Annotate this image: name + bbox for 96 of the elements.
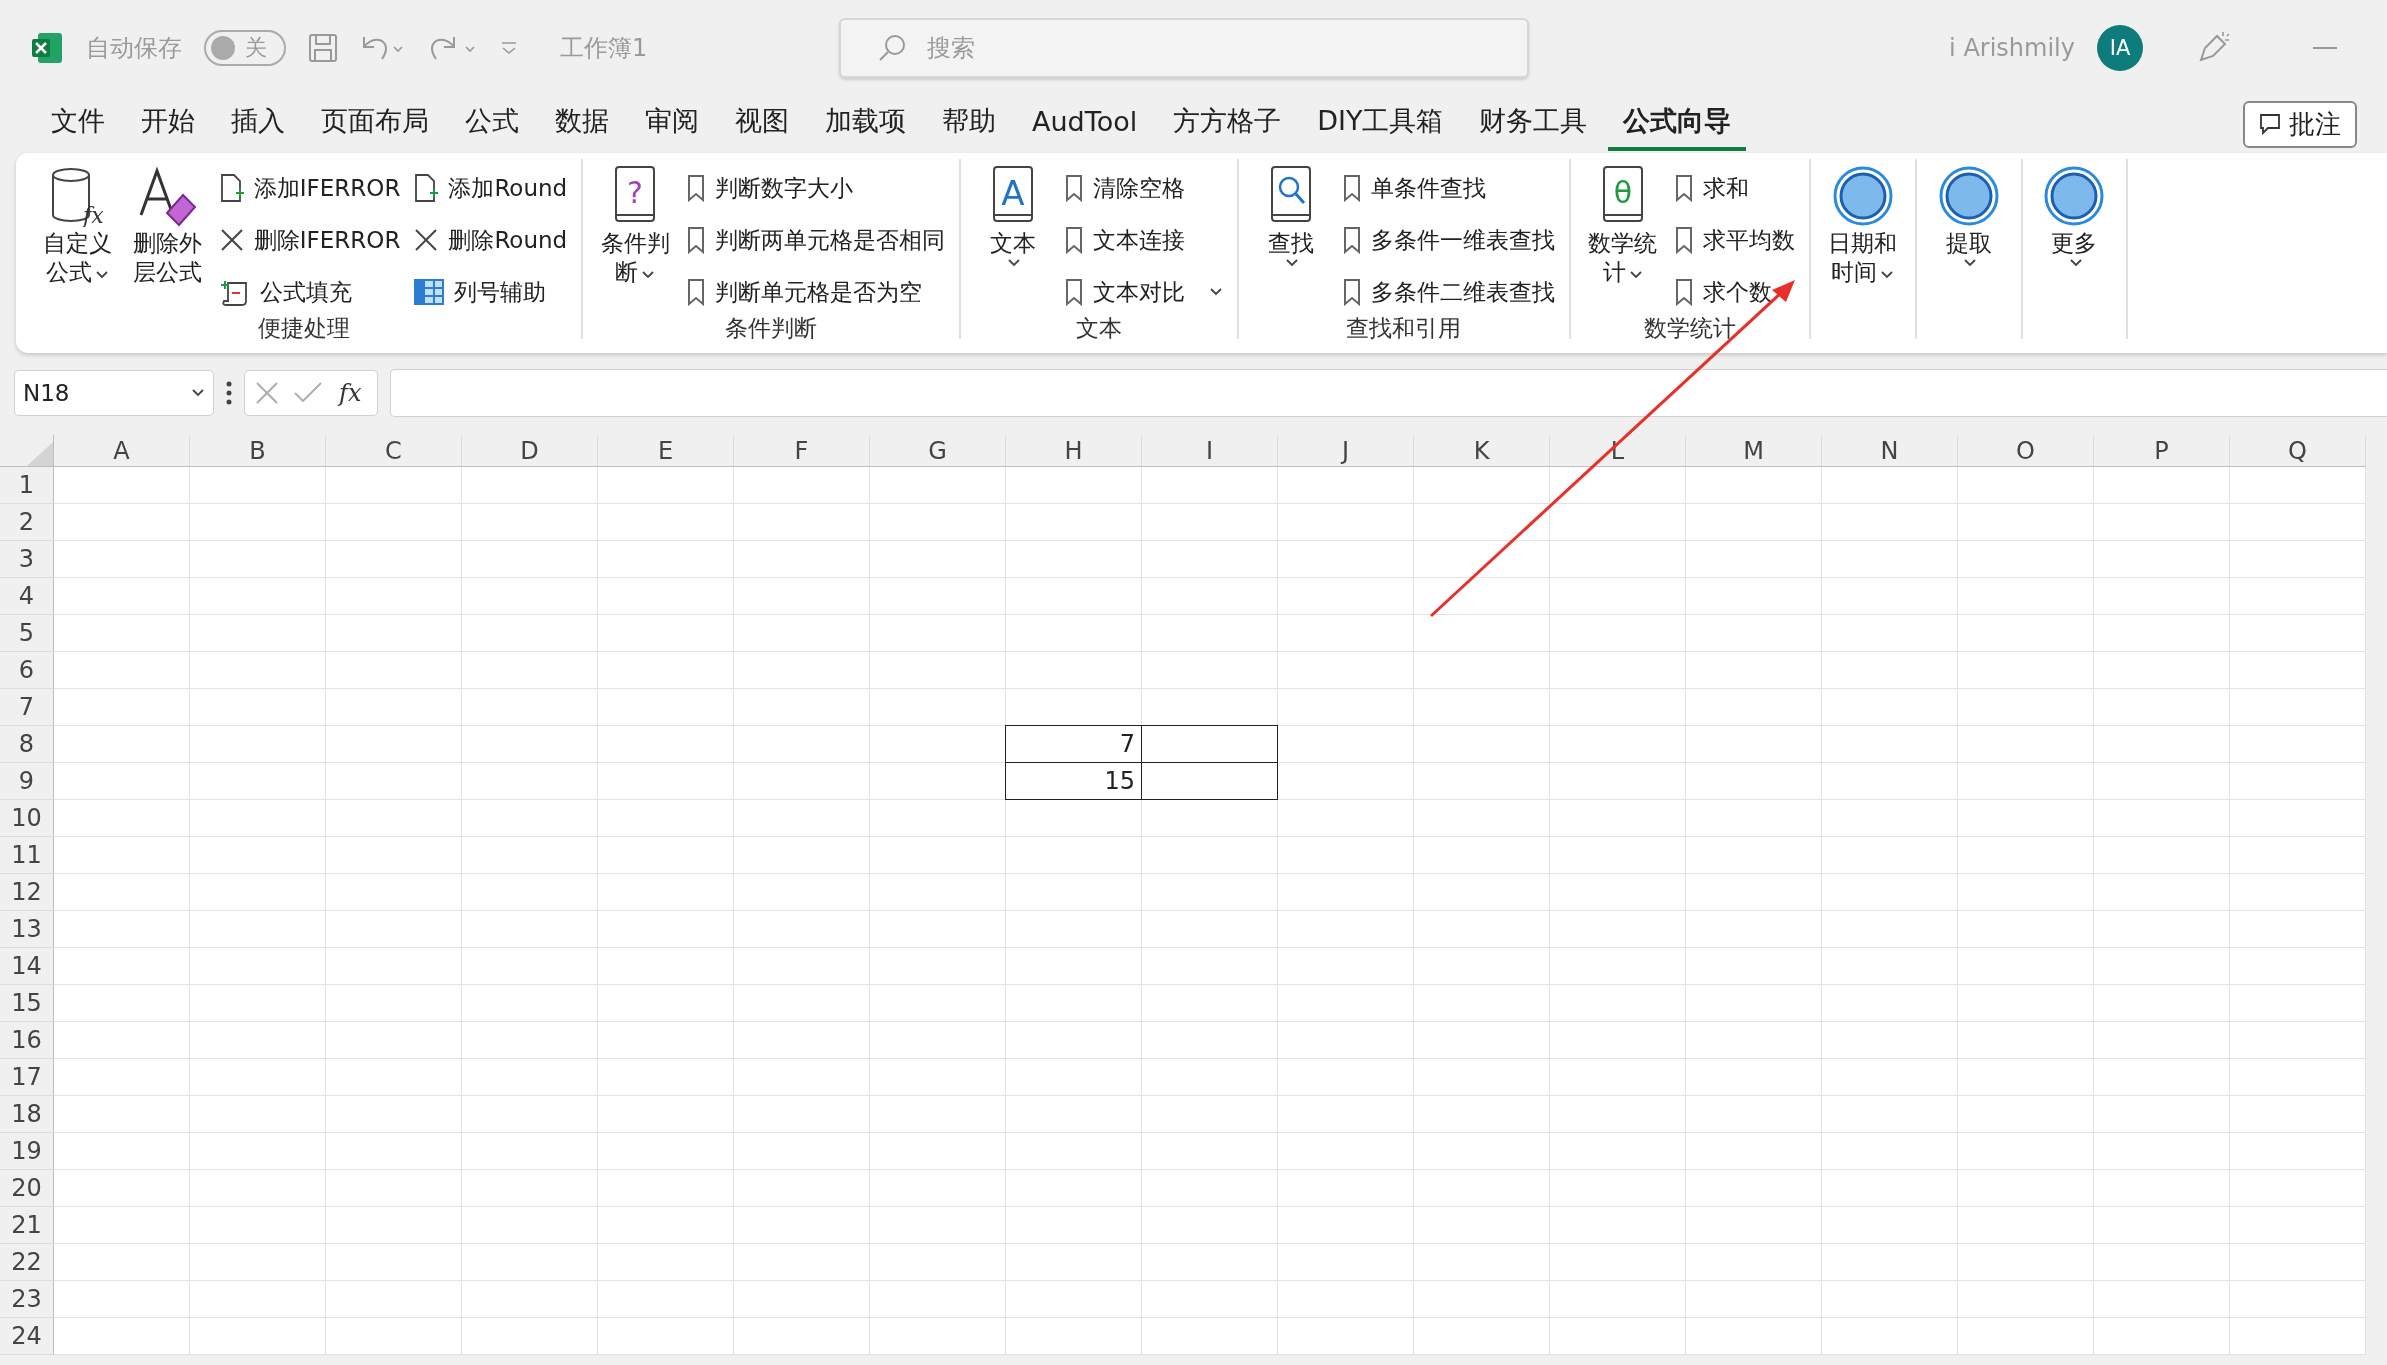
ribbon-item[interactable]: 清除空格 [1092,172,1185,204]
bookmark-icon [1342,174,1361,202]
bookmark-icon [1064,174,1083,202]
menu-tab[interactable]: 加载项 [810,97,921,151]
menu-tab[interactable]: 文件 [36,97,120,151]
caret-icon [95,269,110,280]
bookmark-icon [1674,226,1693,254]
user-name: i Arishmily [1949,33,2075,62]
bookmark-icon [687,278,706,306]
ribbon-button[interactable]: fx 自定义公式 [40,159,116,313]
bookmark-icon [1674,278,1693,306]
bookmark-icon [1342,278,1361,306]
user-avatar[interactable]: IA [2097,24,2143,71]
caret-icon [191,388,205,398]
menu-tab[interactable]: 插入 [216,97,300,151]
menu-tab[interactable]: 页面布局 [306,97,444,151]
ribbon-item[interactable]: 添加Round [448,172,568,204]
ribbon-item[interactable]: 求个数 [1702,276,1772,308]
bookmark-icon [687,174,706,202]
ribbon-item[interactable]: 多条件二维表查找 [1370,276,1555,308]
speech-bubble-icon [2259,113,2281,135]
circle-icon [1831,165,1894,227]
group-label: 文本 [1076,314,1122,343]
close-icon [414,228,439,252]
menu-tab[interactable]: 数据 [540,97,624,151]
ribbon-item[interactable]: 文本连接 [1092,224,1185,256]
more-options-icon[interactable] [226,381,232,405]
bookmark-icon [1674,174,1693,202]
caret-icon [2068,257,2083,268]
ribbon-item[interactable]: 添加IFERROR [253,172,401,204]
function-icon[interactable]: fx [337,378,367,408]
document-plus-icon [414,173,439,203]
ribbon-button[interactable]: 日期和时间 [1824,159,1901,339]
circle-icon [2043,165,2106,227]
ribbon-button[interactable]: 删除外层公式 [129,159,206,313]
formula-input[interactable] [390,369,2387,417]
ribbon-button[interactable]: 更多 [2036,159,2113,339]
ribbon-button[interactable]: 查找 [1252,159,1329,313]
ribbon-item[interactable]: 文本对比 [1092,276,1185,308]
ribbon-button[interactable]: A 文本 [975,159,1051,313]
menu-tab[interactable]: 视图 [720,97,804,151]
check-icon[interactable] [293,381,323,405]
ribbon-item[interactable]: 判断数字大小 [715,172,854,204]
comment-button[interactable]: 批注 [2243,100,2357,148]
ribbon-item[interactable]: 单条件查找 [1370,172,1486,204]
bookmark-icon [1064,226,1083,254]
bookmark-icon [1064,278,1083,306]
name-box[interactable]: N18 [14,370,214,416]
caret-icon [1880,269,1895,280]
group-label: 数学统计 [1643,314,1736,343]
menu-tab[interactable]: 公式 [450,97,534,151]
menu-tab[interactable]: 财务工具 [1464,97,1603,151]
ribbon-item[interactable]: 列号辅助 [454,276,547,308]
table-cell[interactable]: 15 [1005,762,1142,800]
bookmark-icon [1342,226,1361,254]
ribbon-item[interactable]: 求和 [1702,172,1749,204]
document-title: 工作簿1 [560,32,648,64]
ribbon-item[interactable]: 删除Round [448,224,568,256]
circle-icon [1937,165,2000,227]
customize-caret-icon[interactable] [500,39,518,56]
ribbon-item[interactable]: 求平均数 [1702,224,1795,256]
menu-tab[interactable]: 审阅 [630,97,714,151]
caret-icon [1007,257,1022,268]
caret-icon [641,269,656,280]
menu-tab[interactable]: AudTool [1017,99,1153,149]
bookmark-icon [687,226,706,254]
ribbon-item[interactable]: 多条件一维表查找 [1370,224,1555,256]
minimize-icon[interactable] [2313,45,2337,50]
table-grid-icon [414,279,445,305]
save-icon[interactable] [308,32,338,63]
menu-tab[interactable]: 帮助 [927,97,1011,151]
autosave-label: 自动保存 [86,32,182,64]
menu-tab[interactable]: 开始 [126,97,210,151]
group-label: 条件判断 [725,314,818,343]
ribbon-item[interactable]: 判断单元格是否为空 [715,276,923,308]
search-icon [877,32,908,63]
cancel-icon[interactable] [255,381,279,405]
close-icon [219,228,244,252]
caret-icon [1285,257,1300,268]
select-all-icon[interactable] [27,442,53,466]
ribbon-item[interactable]: 公式填充 [259,276,352,308]
spreadsheet-logo-icon [30,30,64,65]
ribbon-item[interactable]: 判断两单元格是否相同 [715,224,946,256]
ribbon-item[interactable]: 删除IFERROR [253,224,401,256]
ribbon-button[interactable]: 提取 [1930,159,2007,339]
group-label: 便捷处理 [257,314,350,343]
caret-icon [1628,269,1643,280]
menu-tab[interactable]: 方方格子 [1158,97,1297,151]
caret-icon [1963,257,1978,268]
menu-tab[interactable]: DIY工具箱 [1302,97,1459,151]
document-plus-icon [219,173,244,203]
ribbon-button[interactable]: θ 数学统计 [1584,159,1661,313]
ribbon-button[interactable]: ? 条件判断 [597,159,674,313]
table-cell[interactable]: 7 [1005,725,1142,763]
caret-icon [1208,287,1223,297]
group-label: 查找和引用 [1346,314,1462,343]
